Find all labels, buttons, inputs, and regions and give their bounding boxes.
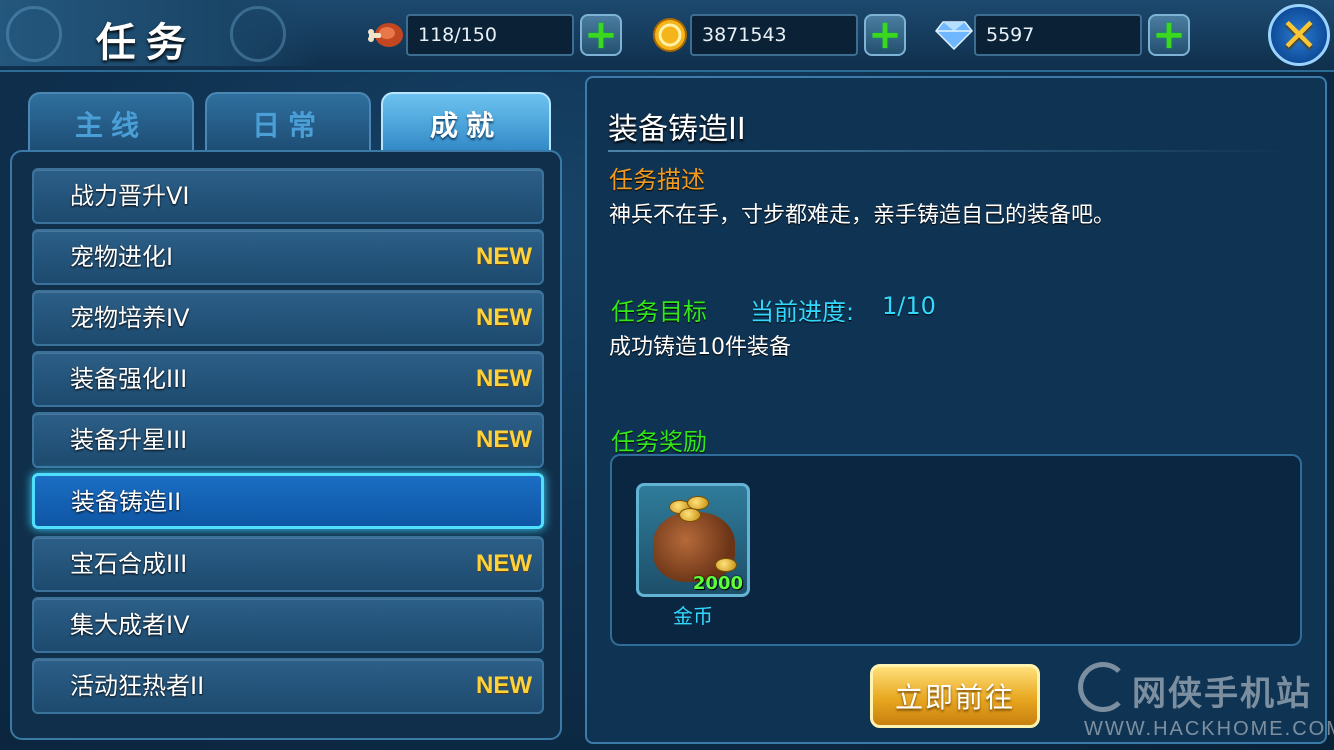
quest-list-item[interactable]: 宝石合成III NEW (32, 536, 544, 592)
quest-list-panel[interactable]: 战力晋升VI 宠物进化I NEW 宠物培养IV NEW 装备强化III NEW … (10, 150, 562, 740)
add-diamond-button[interactable]: + (1148, 14, 1190, 56)
stamina-value: 118/150 (406, 14, 574, 56)
tab-achievement[interactable]: 成就 (381, 92, 551, 154)
progress-value: 1/10 (882, 292, 936, 320)
tab-daily[interactable]: 日常 (205, 92, 371, 154)
description-text: 神兵不在手，寸步都难走，亲手铸造自己的装备吧。 (609, 203, 1116, 228)
quest-name: 宠物培养IV (70, 304, 190, 332)
watermark-logo-icon (1078, 662, 1128, 712)
plus-icon: + (584, 12, 618, 58)
close-icon: ✕ (1279, 8, 1319, 62)
quest-detail-title: 装备铸造II (608, 112, 746, 147)
quest-name: 集大成者IV (70, 611, 190, 639)
goal-heading: 任务目标 (611, 298, 707, 326)
reward-item[interactable]: 2000 (636, 483, 750, 597)
diamond-value: 5597 (974, 14, 1142, 56)
quest-list-item[interactable]: 装备升星III NEW (32, 412, 544, 468)
page-title: 任务 (96, 20, 196, 66)
watermark-text: 网侠手机站 (1132, 674, 1312, 714)
description-heading: 任务描述 (609, 166, 705, 194)
gold-coin-icon (650, 16, 690, 54)
quest-list-item[interactable]: 集大成者IV (32, 597, 544, 653)
quest-name: 战力晋升VI (70, 182, 190, 210)
quest-list-item[interactable]: 宠物进化I NEW (32, 229, 544, 285)
progress-label: 当前进度: (750, 298, 855, 326)
quest-name: 宝石合成III (70, 550, 188, 578)
gear-ornament-icon (230, 6, 286, 62)
gear-ornament-icon (6, 6, 62, 62)
quest-name: 装备铸造II (71, 488, 182, 516)
add-stamina-button[interactable]: + (580, 14, 622, 56)
quest-list-item[interactable]: 宠物培养IV NEW (32, 290, 544, 346)
tab-label: 成就 (429, 109, 502, 142)
new-badge: NEW (476, 304, 532, 331)
watermark: 网侠手机站 WWW.HACKHOME.COM (1078, 660, 1334, 750)
tab-label: 日常 (251, 109, 324, 142)
quest-list-item[interactable]: 战力晋升VI (32, 168, 544, 224)
divider (608, 150, 1298, 152)
meat-icon (366, 16, 406, 54)
tab-label: 主线 (74, 109, 147, 142)
goal-text: 成功铸造10件装备 (609, 335, 791, 360)
top-bar: 任务 118/150 + 3871543 + 5597 + ✕ (0, 0, 1334, 72)
quest-list-item[interactable]: 活动狂热者II NEW (32, 658, 544, 714)
plus-icon: + (868, 12, 902, 58)
new-badge: NEW (476, 426, 532, 453)
reward-name: 金币 (673, 604, 713, 628)
reward-heading: 任务奖励 (611, 428, 707, 456)
new-badge: NEW (476, 550, 532, 577)
quest-list-item-selected[interactable]: 装备铸造II (32, 473, 544, 529)
quest-name: 装备强化III (70, 365, 188, 393)
new-badge: NEW (476, 672, 532, 699)
quest-name: 宠物进化I (70, 243, 174, 271)
quest-name: 装备升星III (70, 426, 188, 454)
diamond-icon (934, 16, 974, 54)
plus-icon: + (1152, 12, 1186, 58)
quest-name: 活动狂热者II (70, 672, 205, 700)
new-badge: NEW (476, 243, 532, 270)
close-button[interactable]: ✕ (1268, 4, 1330, 66)
watermark-url: WWW.HACKHOME.COM (1084, 718, 1334, 740)
go-now-button[interactable]: 立即前往 (870, 664, 1040, 728)
reward-quantity: 2000 (692, 573, 743, 594)
tab-main[interactable]: 主线 (28, 92, 194, 154)
add-gold-button[interactable]: + (864, 14, 906, 56)
quest-list-item[interactable]: 装备强化III NEW (32, 351, 544, 407)
new-badge: NEW (476, 365, 532, 392)
gold-value: 3871543 (690, 14, 858, 56)
